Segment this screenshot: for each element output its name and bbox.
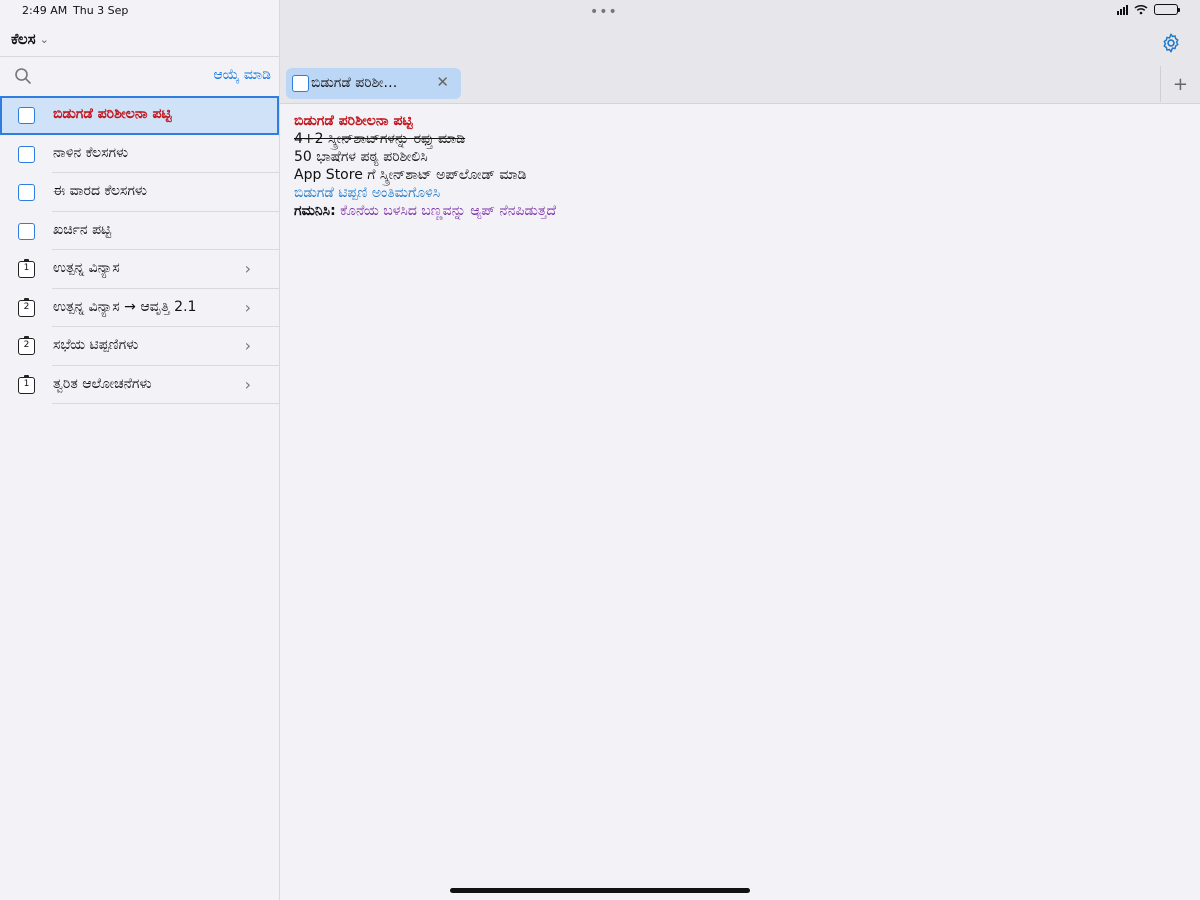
divider <box>52 403 279 404</box>
home-indicator[interactable] <box>450 888 750 893</box>
chevron-right-icon: › <box>244 297 251 317</box>
list-item[interactable]: 1 ತ್ವರಿತ ಆಲೋಚನೆಗಳು › <box>0 366 279 404</box>
list-item-label: ಉತ್ಪನ್ನ ವಿನ್ಯಾಸ <box>53 260 120 276</box>
list-item[interactable]: ಬಿಡುಗಡೆ ಪರಿಶೀಲನಾ ಪಟ್ಟಿ <box>0 96 279 135</box>
document-line: 4+2 ಸ್ಕ್ರೀನ್‌ಶಾಟ್‌ಗಳನ್ನು ರಫ್ತು ಮಾಡಿ <box>294 131 466 147</box>
search-icon[interactable] <box>14 67 32 85</box>
sidebar-title[interactable]: ಕೆಲಸ ⌄ <box>11 30 49 48</box>
document-title: ಬಿಡುಗಡೆ ಪರಿಶೀಲನಾ ಪಟ್ಟಿ <box>294 113 413 129</box>
multitasking-icon[interactable]: ••• <box>590 4 618 20</box>
select-button[interactable]: ಆಯ್ಕೆ ಮಾಡಿ <box>213 67 271 83</box>
document-note: ಗಮನಿಸಿ: ಕೊನೆಯ ಬಳಸಿದ ಬಣ್ಣವನ್ನು ಆ್ಯಪ್ ನೆನಪ… <box>294 202 556 220</box>
close-icon[interactable]: ✕ <box>436 73 449 91</box>
chevron-down-icon: ⌄ <box>39 32 49 46</box>
signal-icon <box>1117 4 1128 15</box>
status-icons <box>1117 4 1180 15</box>
sidebar: ಕೆಲಸ ⌄ ಆಯ್ಕೆ ಮಾಡಿ ಬಿಡುಗಡೆ ಪರಿಶೀಲನಾ ಪಟ್ಟಿ… <box>0 0 280 900</box>
folder-count-icon: 1 <box>18 374 35 394</box>
wifi-icon <box>1134 4 1148 15</box>
list-item-label: ಈ ವಾರದ ಕೆಲಸಗಳು <box>53 183 147 199</box>
divider <box>1160 66 1161 102</box>
list-item[interactable]: 2 ಉತ್ಪನ್ನ ವಿನ್ಯಾಸ → ಆವೃತ್ತಿ 2.1 › <box>0 289 279 327</box>
status-time: 2:49 AM <box>22 4 68 17</box>
folder-count-icon: 2 <box>18 297 35 317</box>
chevron-right-icon: › <box>244 374 251 394</box>
document-line: App Store ಗೆ ಸ್ಕ್ರೀನ್‌ಶಾಟ್ ಅಪ್‌ಲೋಡ್ ಮಾಡಿ <box>294 167 527 183</box>
tab-active-note[interactable]: ಬಿಡುಗಡೆ ಪರಿಶೀ… ✕ <box>286 68 461 99</box>
battery-icon <box>1154 4 1180 15</box>
checkbox-icon <box>18 145 35 163</box>
list-item[interactable]: 1 ಉತ್ಪನ್ನ ವಿನ್ಯಾಸ › <box>0 250 279 289</box>
document-line: 50 ಭಾಷೆಗಳ ಪಠ್ಯ ಪರಿಶೀಲಿಸಿ <box>294 149 428 165</box>
tab-label: ಬಿಡುಗಡೆ ಪರಿಶೀ… <box>311 75 398 91</box>
list-item-label: ಉತ್ಪನ್ನ ವಿನ್ಯಾಸ → ಆವೃತ್ತಿ 2.1 <box>53 298 197 315</box>
list-item-label: ತ್ವರಿತ ಆಲೋಚನೆಗಳು <box>53 375 152 392</box>
checkbox-icon <box>292 75 309 92</box>
search-row: ಆಯ್ಕೆ ಮಾಡಿ <box>0 57 279 95</box>
folder-count-icon: 1 <box>18 259 35 278</box>
list-item[interactable]: ಖರ್ಚಿನ ಪಟ್ಟಿ <box>0 212 279 250</box>
chevron-right-icon: › <box>244 336 251 355</box>
gear-icon[interactable] <box>1160 32 1182 54</box>
chevron-right-icon: › <box>244 259 251 278</box>
list-item[interactable]: ಈ ವಾರದ ಕೆಲಸಗಳು <box>0 173 279 212</box>
document-body[interactable]: ಬಿಡುಗಡೆ ಪರಿಶೀಲನಾ ಪಟ್ಟಿ 4+2 ಸ್ಕ್ರೀನ್‌ಶಾಟ್… <box>294 112 556 220</box>
folder-count-icon: 2 <box>18 336 35 355</box>
checkbox-icon <box>18 222 35 240</box>
document-line: ಬಿಡುಗಡೆ ಟಿಪ್ಪಣಿ ಅಂತಿಮಗೊಳಿಸಿ <box>294 185 441 201</box>
checkbox-icon <box>18 184 35 201</box>
list-item-label: ಸಭೆಯ ಟಿಪ್ಪಣಿಗಳು <box>53 337 139 353</box>
list-item-label: ಬಿಡುಗಡೆ ಪರಿಶೀಲನಾ ಪಟ್ಟಿ <box>53 106 172 122</box>
list-item-label: ಖರ್ಚಿನ ಪಟ್ಟಿ <box>53 221 112 238</box>
list-item-label: ನಾಳಿನ ಕೆಲಸಗಳು <box>53 144 129 161</box>
status-date: Thu 3 Sep <box>73 4 129 17</box>
note-label: ಗಮನಿಸಿ: <box>294 203 336 219</box>
note-text: ಕೊನೆಯ ಬಳಸಿದ ಬಣ್ಣವನ್ನು ಆ್ಯಪ್ ನೆನಪಿಡುತ್ತದೆ <box>335 203 557 219</box>
sidebar-title-label: ಕೆಲಸ <box>11 30 36 48</box>
checkbox-icon <box>18 107 35 124</box>
plus-icon[interactable]: + <box>1173 74 1188 95</box>
editor-area: ಬಿಡುಗಡೆ ಪರಿಶೀ… ✕ + ಬಿಡುಗಡೆ ಪರಿಶೀಲನಾ ಪಟ್ಟ… <box>280 0 1200 900</box>
list-item[interactable]: 2 ಸಭೆಯ ಟಿಪ್ಪಣಿಗಳು › <box>0 327 279 366</box>
list-item[interactable]: ನಾಳಿನ ಕೆಲಸಗಳು <box>0 135 279 173</box>
note-list: ಬಿಡುಗಡೆ ಪರಿಶೀಲನಾ ಪಟ್ಟಿ ನಾಳಿನ ಕೆಲಸಗಳು ಈ ವ… <box>0 96 279 404</box>
